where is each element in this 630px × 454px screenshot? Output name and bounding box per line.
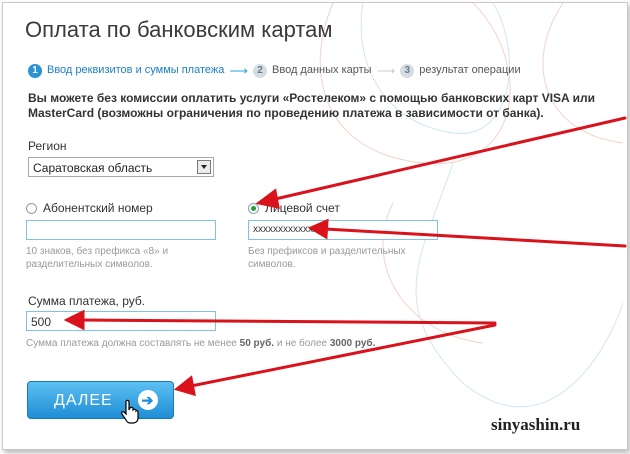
step-1-number: 1 — [28, 64, 42, 78]
arrow-right-icon: ➔ — [138, 390, 158, 410]
step-3: 3 результат операции — [400, 64, 521, 78]
personal-account-label: Лицевой счет — [265, 201, 340, 215]
amount-hint-prefix: Сумма платежа должна составлять не менее — [26, 338, 240, 349]
personal-hint-line-1: Без префиксов и разделительных — [248, 246, 406, 257]
hand-cursor-icon — [121, 399, 139, 424]
watermark: sinyashin.ru — [491, 415, 581, 434]
subscriber-number-radio[interactable] — [26, 202, 37, 214]
region-label: Регион — [28, 139, 67, 153]
next-button-label: ДАЛЕЕ — [54, 392, 113, 409]
step-2-label: Ввод данных карты — [272, 64, 372, 76]
step-2-number: 2 — [253, 64, 268, 78]
amount-hint-min: 50 руб. — [239, 338, 275, 349]
subscriber-hint-line-2: разделительных символов. — [26, 259, 153, 270]
step-1-label: Ввод реквизитов и суммы платежа — [47, 64, 225, 76]
subscriber-number-option[interactable]: Абонентский номер — [26, 201, 153, 215]
subscriber-hint-line-1: 10 знаков, без префикса «8» и — [26, 246, 169, 257]
personal-account-radio[interactable] — [248, 202, 259, 214]
step-arrow-icon: ⟶ — [229, 63, 249, 78]
progress-steps: 1 Ввод реквизитов и суммы платежа ⟶ 2 Ввод… — [28, 63, 521, 79]
amount-input[interactable]: 500 — [26, 311, 216, 331]
step-2: 2 Ввод данных карты — [253, 64, 372, 78]
amount-hint-max: 3000 руб. — [329, 338, 376, 349]
info-text: Вы можете без комиссии оплатить услуги «… — [28, 91, 595, 120]
personal-hint-line-2: символов. — [248, 259, 296, 270]
amount-hint-middle: и не более — [274, 338, 330, 349]
step-3-number: 3 — [400, 64, 415, 78]
subscriber-number-hint: 10 знаков, без префикса «8» и разделител… — [26, 245, 168, 271]
region-select[interactable]: Саратовская область — [28, 157, 214, 177]
page-title: Оплата по банковским картам — [25, 17, 333, 42]
payment-form-window: Оплата по банковским картам 1 Ввод реквиз… — [2, 2, 628, 450]
next-button[interactable]: ДАЛЕЕ ➔ — [27, 381, 174, 419]
subscriber-number-label: Абонентский номер — [43, 201, 153, 215]
personal-account-hint: Без префиксов и разделительных символов. — [248, 245, 406, 271]
personal-account-option[interactable]: Лицевой счет — [248, 201, 340, 215]
subscriber-number-input[interactable] — [26, 220, 216, 240]
personal-account-input[interactable]: xxxxxxxxxxxxxx — [248, 220, 438, 240]
amount-hint: Сумма платежа должна составлять не менее… — [26, 337, 375, 350]
chevron-down-icon[interactable] — [197, 160, 211, 174]
step-1: 1 Ввод реквизитов и суммы платежа — [28, 64, 224, 78]
region-selected-value: Саратовская область — [33, 161, 153, 175]
step-arrow-icon: ⟶ — [376, 63, 396, 78]
step-3-label: результат операции — [419, 64, 521, 76]
amount-label: Сумма платежа, руб. — [28, 294, 146, 308]
